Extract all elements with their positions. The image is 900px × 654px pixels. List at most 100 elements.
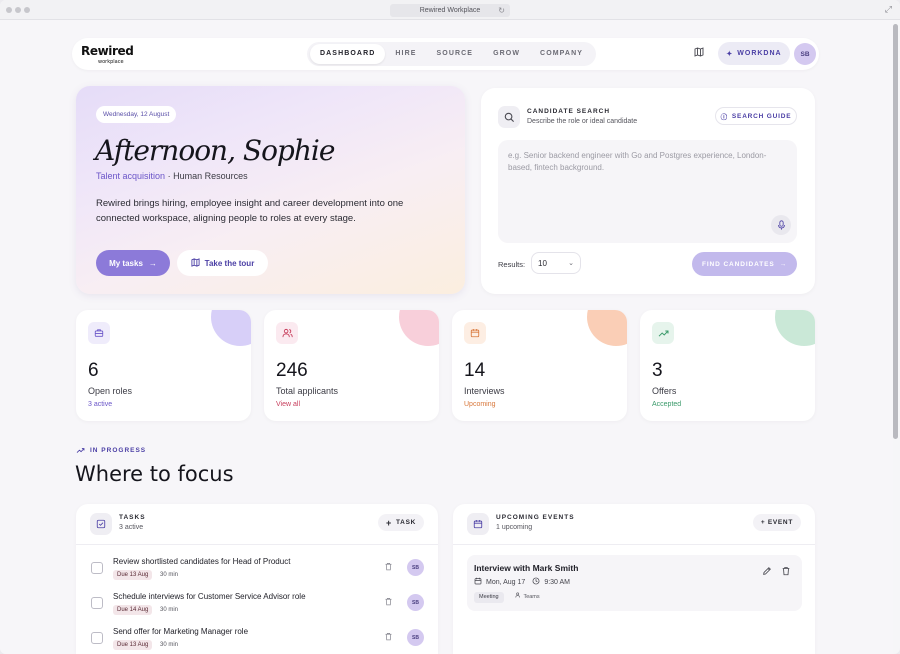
decorative-blob [211,310,251,346]
add-event-label: + EVENT [760,519,793,526]
checkbox-square-icon [90,513,112,535]
add-event-button[interactable]: + EVENT [752,514,801,531]
task-row: Send offer for Marketing Manager role Du… [90,625,424,654]
results-label: Results: [498,260,526,269]
candidate-search-card: CANDIDATE SEARCH Describe the role or id… [481,88,815,294]
workdna-button[interactable]: ✦ WORKDNA [718,42,790,65]
task-row: Review shortlisted candidates for Head o… [90,555,424,585]
tab-dashboard[interactable]: DASHBOARD [310,44,386,64]
brand-logo[interactable]: Rewired workplace [81,45,134,68]
candidate-search-input[interactable]: e.g. Senior backend engineer with Go and… [498,140,797,243]
stat-card-offers[interactable]: 3 Offers Accepted [640,310,815,421]
task-text[interactable]: Review shortlisted candidates for Head o… [113,557,290,566]
task-checkbox[interactable] [91,597,103,609]
event-platform-label: Teams [523,594,540,600]
map-icon[interactable] [694,47,704,60]
my-tasks-label: My tasks [109,258,143,268]
workdna-label: WORKDNA [737,50,782,57]
task-text[interactable]: Send offer for Marketing Manager role [113,627,248,636]
decorative-blob [775,310,815,346]
trash-icon[interactable] [384,562,393,573]
panel-divider [453,544,815,545]
tasks-title: TASKS [119,514,146,521]
task-checkbox[interactable] [91,632,103,644]
trash-icon[interactable] [781,566,791,578]
stat-card-interviews[interactable]: 14 Interviews Upcoming [452,310,627,421]
search-subtitle: Describe the role or ideal candidate [527,118,638,125]
stat-sublink[interactable]: Accepted [652,401,681,408]
expand-icon[interactable]: ⤢ [885,4,892,15]
decorative-blob [587,310,627,346]
window-dot[interactable] [6,7,12,13]
results-value: 10 [538,258,547,268]
task-duration: 30 min [160,572,179,578]
tab-hire[interactable]: HIRE [385,44,426,64]
pencil-icon[interactable] [762,566,772,578]
stat-sublink[interactable]: View all [276,401,300,408]
tab-source[interactable]: SOURCE [427,44,484,64]
event-card[interactable]: Interview with Mark Smith Mon, Aug 17 9:… [467,555,802,611]
help-icon: ⓘ [720,114,728,121]
results-select[interactable]: 10 ⌄ [531,252,581,274]
find-candidates-label: FIND CANDIDATES [701,260,775,268]
stat-sublink[interactable]: 3 active [88,401,112,408]
tasks-count: 3 active [119,524,144,531]
page-scrollbar[interactable] [893,24,898,439]
nav-tabs: DASHBOARD HIRE SOURCE GROW COMPANY [307,42,597,66]
greeting-heading: Afternoon, Sophie [95,134,335,167]
calendar-icon [464,322,486,344]
microphone-icon[interactable] [771,215,791,235]
decorative-blob [399,310,439,346]
event-title: Interview with Mark Smith [474,563,579,573]
task-checkbox[interactable] [91,562,103,574]
section-eyebrow-text: IN PROGRESS [90,447,147,454]
event-platform: Teams [515,592,540,603]
event-type-tag: Meeting [474,592,504,603]
assignee-avatar[interactable]: SB [407,594,424,611]
tab-company[interactable]: COMPANY [530,44,593,64]
window-dot[interactable] [15,7,21,13]
user-avatar[interactable]: SB [794,43,816,65]
task-due-badge: Due 14 Aug [113,605,153,615]
address-bar[interactable]: Rewired Workplace ↻ [390,4,510,17]
panel-divider [76,544,438,545]
window-dot[interactable] [24,7,30,13]
stat-label: Interviews [464,386,505,396]
add-task-button[interactable]: + TASK [378,514,424,531]
stat-card-total-applicants[interactable]: 246 Total applicants View all [264,310,439,421]
stat-value: 6 [88,360,99,381]
assignee-avatar[interactable]: SB [407,629,424,646]
task-text[interactable]: Schedule interviews for Customer Service… [113,592,306,601]
my-tasks-button[interactable]: My tasks → [96,250,170,276]
search-title: CANDIDATE SEARCH [527,108,611,115]
calendar-icon [467,513,489,535]
reload-icon[interactable]: ↻ [498,6,505,15]
stat-sublink[interactable]: Upcoming [464,401,496,408]
role-highlight[interactable]: Talent acquisition [96,171,165,181]
date-pill: Wednesday, 12 August [96,106,177,123]
hero-description: Rewired brings hiring, employee insight … [96,198,404,224]
trash-icon[interactable] [384,597,393,608]
take-tour-button[interactable]: Take the tour [177,250,268,276]
search-placeholder: e.g. Senior backend engineer with Go and… [508,151,767,172]
tab-grow[interactable]: GROW [483,44,530,64]
dashboard-page: Rewired workplace DASHBOARD HIRE SOURCE … [0,20,893,654]
event-date: Mon, Aug 17 [486,578,526,586]
clock-icon [532,577,540,587]
stat-value: 14 [464,360,486,381]
hero-card: Wednesday, 12 August Afternoon, Sophie T… [76,86,465,294]
stat-label: Offers [652,386,677,396]
search-guide-button[interactable]: ⓘ SEARCH GUIDE [715,107,797,125]
role-separator: · [167,171,171,181]
assignee-avatar[interactable]: SB [407,559,424,576]
event-meta: Mon, Aug 17 9:30 AM [474,577,570,587]
arrow-right-icon: → [148,258,157,268]
task-row: Schedule interviews for Customer Service… [90,590,424,620]
task-duration: 30 min [160,607,179,613]
stat-card-open-roles[interactable]: 6 Open roles 3 active [76,310,251,421]
stat-value: 3 [652,360,663,381]
tasks-panel: TASKS 3 active + TASK Review shortlisted… [76,504,438,654]
browser-window: Rewired Workplace ↻ ⤢ Rewired workplace … [0,0,900,654]
trash-icon[interactable] [384,632,393,643]
find-candidates-button[interactable]: FIND CANDIDATES → [692,252,797,276]
